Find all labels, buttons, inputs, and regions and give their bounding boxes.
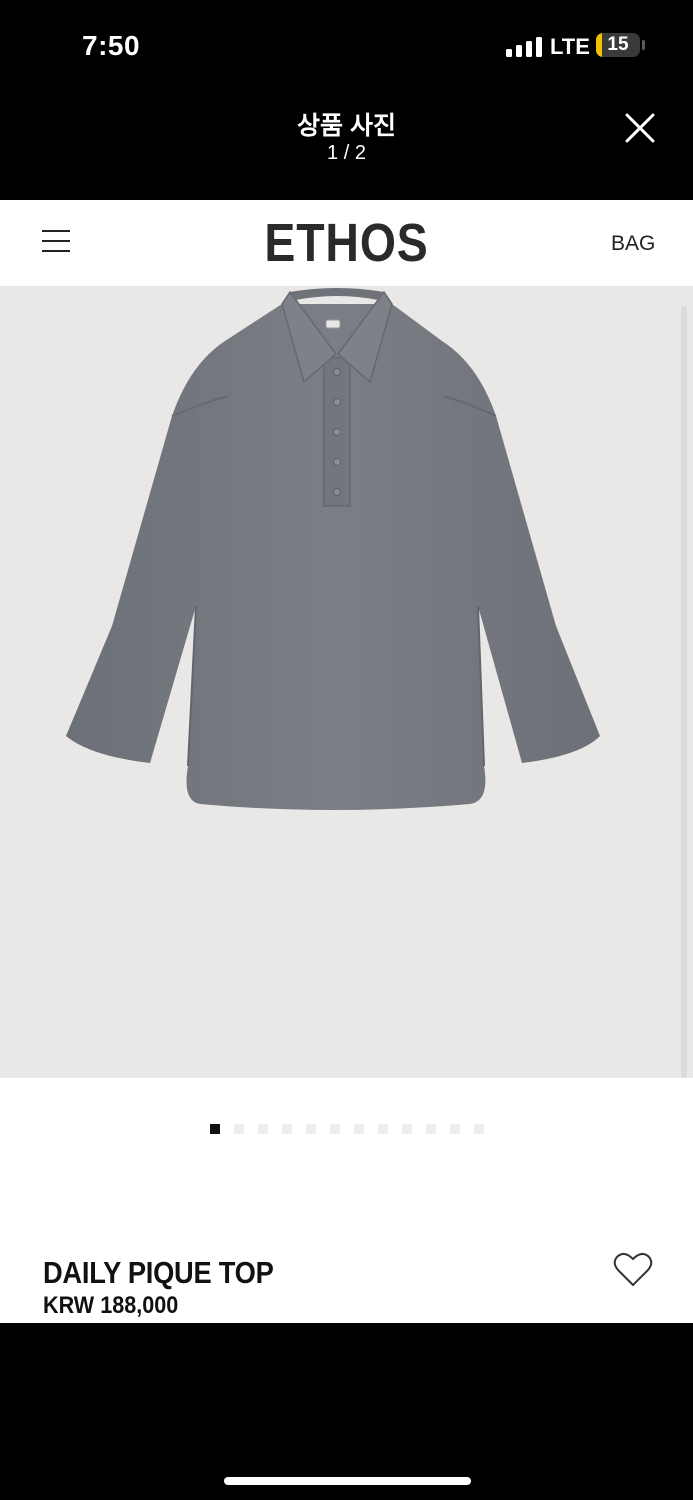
scrollbar[interactable] xyxy=(681,306,687,1078)
status-bar: 7:50 LTE 15 xyxy=(0,0,693,92)
heart-outline-icon xyxy=(613,1253,653,1286)
carousel-dot[interactable] xyxy=(305,1124,316,1134)
product-page-screenshot: ETHOS BAG DAILY PIQUE TOP KRW 188,000 xyxy=(0,200,693,1323)
battery-level: 15 xyxy=(607,34,629,55)
product-price: KRW 188,000 xyxy=(43,1292,179,1319)
carousel-dot[interactable] xyxy=(257,1124,268,1134)
product-image[interactable] xyxy=(0,286,693,1078)
viewer-title: 상품 사진 xyxy=(297,112,396,140)
cellular-signal-icon xyxy=(506,37,542,57)
carousel-dot[interactable] xyxy=(449,1124,460,1134)
wishlist-button[interactable] xyxy=(612,1250,654,1290)
network-type: LTE xyxy=(550,34,590,59)
photo-counter: 1 / 2 xyxy=(327,142,366,164)
site-header: ETHOS BAG xyxy=(0,200,693,286)
carousel-dot[interactable] xyxy=(473,1124,484,1134)
home-indicator[interactable] xyxy=(224,1477,471,1485)
carousel-dot[interactable] xyxy=(401,1124,412,1134)
carousel-dot[interactable] xyxy=(209,1124,220,1134)
battery-icon: 15 xyxy=(596,33,640,57)
carousel-dot[interactable] xyxy=(233,1124,244,1134)
status-time: 7:50 xyxy=(82,30,141,61)
bag-link[interactable]: BAG xyxy=(611,232,655,256)
carousel-dot[interactable] xyxy=(353,1124,364,1134)
carousel-dot[interactable] xyxy=(377,1124,388,1134)
photo-viewer-header: 상품 사진 1 / 2 xyxy=(0,92,693,200)
close-x-icon xyxy=(625,113,655,143)
product-name: DAILY PIQUE TOP xyxy=(43,1255,274,1290)
carousel-indicator[interactable] xyxy=(0,1124,693,1136)
close-button[interactable] xyxy=(620,108,660,148)
carousel-dot[interactable] xyxy=(425,1124,436,1134)
product-photo xyxy=(66,288,600,810)
carousel-dot[interactable] xyxy=(329,1124,340,1134)
battery-tip xyxy=(642,40,645,50)
site-logo[interactable]: ETHOS xyxy=(49,212,645,274)
carousel-dot[interactable] xyxy=(281,1124,292,1134)
